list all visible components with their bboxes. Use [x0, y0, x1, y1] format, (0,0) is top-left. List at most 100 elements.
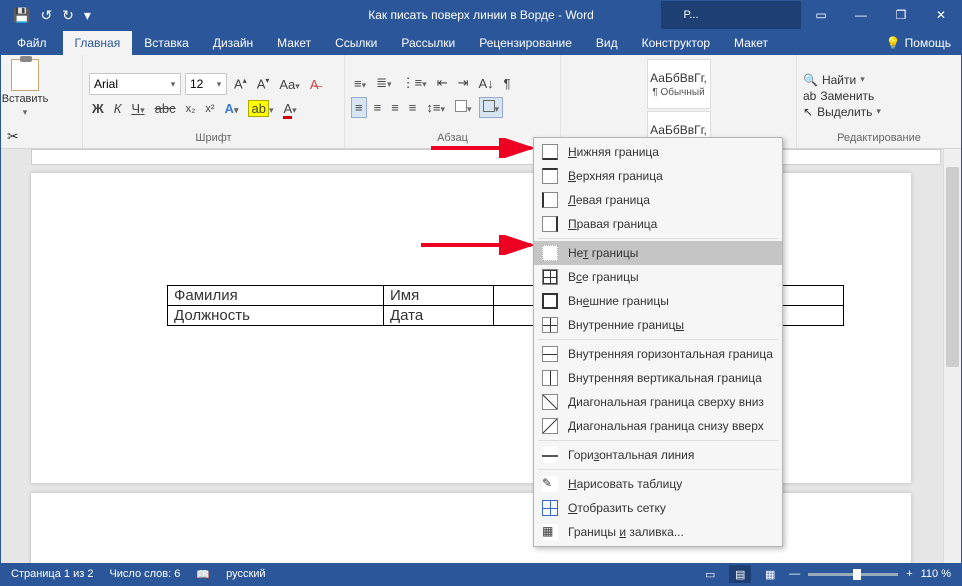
- group-clipboard: Вставить ▾ ✂ 🗐 🖌 Буфер обм...: [1, 55, 83, 148]
- font-name-combo[interactable]: ▾: [89, 73, 181, 95]
- menu-item-left-border[interactable]: Левая граница: [534, 188, 782, 212]
- grow-font-button[interactable]: A▴: [231, 74, 250, 93]
- maximize-button[interactable]: ❐: [881, 1, 921, 29]
- table-cell[interactable]: Имя: [384, 286, 494, 306]
- line-spacing-button[interactable]: ↕≡▾: [423, 98, 448, 117]
- align-right-button[interactable]: ≡: [388, 98, 402, 117]
- menu-item-inside-v-border[interactable]: Внутренняя вертикальная граница: [534, 366, 782, 390]
- word-count[interactable]: Число слов: 6: [109, 568, 180, 580]
- tab-references[interactable]: Ссылки: [323, 31, 389, 55]
- font-size-combo[interactable]: ▾: [185, 73, 227, 95]
- zoom-in-button[interactable]: +: [906, 568, 912, 580]
- tab-view[interactable]: Вид: [584, 31, 630, 55]
- menu-item-show-grid[interactable]: Отобразить сетку: [534, 496, 782, 520]
- paste-button[interactable]: Вставить ▾: [7, 59, 43, 118]
- multilevel-button[interactable]: ⋮≡▾: [399, 73, 430, 93]
- web-layout-button[interactable]: ▦: [759, 565, 781, 583]
- user-badge[interactable]: P...: [661, 1, 721, 29]
- bold-button[interactable]: Ж: [89, 99, 107, 118]
- highlight-button[interactable]: ab▾: [245, 99, 276, 118]
- select-button[interactable]: ↖Выделить▾: [803, 105, 955, 119]
- ribbon-tabs: Файл Главная Вставка Дизайн Макет Ссылки…: [1, 29, 961, 55]
- zoom-slider[interactable]: [808, 573, 898, 576]
- menu-item-bottom-border[interactable]: ННижняя границаижняя граница: [534, 140, 782, 164]
- shrink-font-button[interactable]: A▾: [254, 74, 273, 93]
- minimize-button[interactable]: —: [841, 1, 881, 29]
- underline-button[interactable]: Ч▾: [128, 99, 147, 118]
- borders-button[interactable]: ▾: [479, 97, 504, 118]
- numbering-button[interactable]: ≣▾: [373, 73, 394, 93]
- close-button[interactable]: ✕: [921, 1, 961, 29]
- save-icon[interactable]: 💾: [13, 7, 30, 24]
- scrollbar-thumb[interactable]: [946, 167, 959, 367]
- cut-icon[interactable]: ✂: [7, 128, 24, 145]
- align-left-button[interactable]: ≡: [351, 97, 367, 118]
- clear-formatting-button[interactable]: A̶: [307, 75, 322, 94]
- page-indicator[interactable]: Страница 1 из 2: [11, 568, 93, 580]
- font-color-button[interactable]: A▾: [280, 99, 299, 118]
- menu-item-horizontal-line[interactable]: Горизонтальная линия: [534, 443, 782, 467]
- menu-item-diag-up[interactable]: Диагональная граница снизу вверх: [534, 414, 782, 438]
- tab-mailings[interactable]: Рассылки: [389, 31, 467, 55]
- menu-item-no-border[interactable]: Нет границы: [534, 241, 782, 265]
- menu-item-outside-borders[interactable]: Внешние границы: [534, 289, 782, 313]
- tab-table-design[interactable]: Конструктор: [630, 31, 722, 55]
- table-cell[interactable]: Фамилия: [168, 286, 384, 306]
- menu-item-right-border[interactable]: Правая граница: [534, 212, 782, 236]
- bullets-button[interactable]: ≡▾: [351, 74, 369, 93]
- tab-insert[interactable]: Вставка: [132, 31, 201, 55]
- tab-file[interactable]: Файл: [1, 31, 63, 55]
- align-center-button[interactable]: ≡: [371, 98, 385, 117]
- window-buttons: P... ▭ — ❐ ✕: [661, 1, 961, 29]
- shading-button[interactable]: ▾: [452, 98, 475, 117]
- tab-layout[interactable]: Макет: [265, 31, 323, 55]
- tab-home[interactable]: Главная: [63, 31, 133, 55]
- qat-customize-icon[interactable]: ▾: [84, 7, 91, 24]
- redo-icon[interactable]: ↻: [62, 7, 74, 24]
- justify-button[interactable]: ≡: [406, 98, 420, 117]
- zoom-level[interactable]: 110 %: [921, 568, 951, 580]
- find-button[interactable]: 🔍Найти▾: [803, 73, 955, 87]
- table-cell[interactable]: Должность: [168, 306, 384, 326]
- chevron-down-icon[interactable]: ▾: [212, 79, 226, 90]
- spellcheck-icon[interactable]: 📖: [196, 568, 210, 581]
- style-normal[interactable]: АаБбВвГг, ¶ Обычный: [647, 59, 711, 109]
- tab-table-layout[interactable]: Макет: [722, 31, 780, 55]
- show-marks-button[interactable]: ¶: [501, 74, 514, 93]
- undo-icon[interactable]: ↺: [40, 7, 52, 24]
- print-layout-button[interactable]: ▤: [729, 565, 751, 583]
- decrease-indent-button[interactable]: ⇤: [434, 73, 451, 93]
- strikethrough-button[interactable]: abc: [152, 99, 179, 118]
- chevron-down-icon[interactable]: ▾: [166, 79, 180, 90]
- italic-button[interactable]: К: [111, 99, 125, 118]
- text-effects-button[interactable]: A▾: [222, 99, 242, 118]
- increase-indent-button[interactable]: ⇥: [455, 73, 472, 93]
- menu-item-all-borders[interactable]: Все границы: [534, 265, 782, 289]
- superscript-button[interactable]: x²: [202, 101, 217, 117]
- menu-item-inside-h-border[interactable]: Внутренняя горизонтальная граница: [534, 342, 782, 366]
- tell-me[interactable]: 💡 Помощь: [874, 31, 961, 55]
- subscript-button[interactable]: x₂: [183, 101, 199, 117]
- lightbulb-icon: 💡: [886, 36, 901, 50]
- menu-item-top-border[interactable]: Верхняя граница: [534, 164, 782, 188]
- zoom-out-button[interactable]: —: [789, 568, 800, 580]
- user-name-area: [721, 1, 801, 29]
- change-case-button[interactable]: Aa▾: [276, 75, 302, 94]
- language-indicator[interactable]: русский: [226, 568, 265, 580]
- sort-button[interactable]: A↓: [476, 74, 497, 93]
- table-cell[interactable]: Дата: [384, 306, 494, 326]
- font-size-input[interactable]: [186, 77, 212, 91]
- tab-design[interactable]: Дизайн: [201, 31, 265, 55]
- read-mode-button[interactable]: ▭: [699, 565, 721, 583]
- menu-item-draw-table[interactable]: ✎Нарисовать таблицу: [534, 472, 782, 496]
- tab-review[interactable]: Рецензирование: [467, 31, 584, 55]
- menu-item-borders-shading[interactable]: ▦Границы и заливка...: [534, 520, 782, 544]
- replace-button[interactable]: abЗаменить: [803, 89, 955, 103]
- ribbon-options-button[interactable]: ▭: [801, 1, 841, 29]
- replace-icon: ab: [803, 89, 816, 103]
- vertical-scrollbar[interactable]: [943, 149, 961, 563]
- menu-item-inside-borders[interactable]: Внутренние границы: [534, 313, 782, 337]
- font-name-input[interactable]: [90, 77, 166, 91]
- zoom-slider-thumb[interactable]: [853, 569, 861, 580]
- menu-item-diag-down[interactable]: Диагональная граница сверху вниз: [534, 390, 782, 414]
